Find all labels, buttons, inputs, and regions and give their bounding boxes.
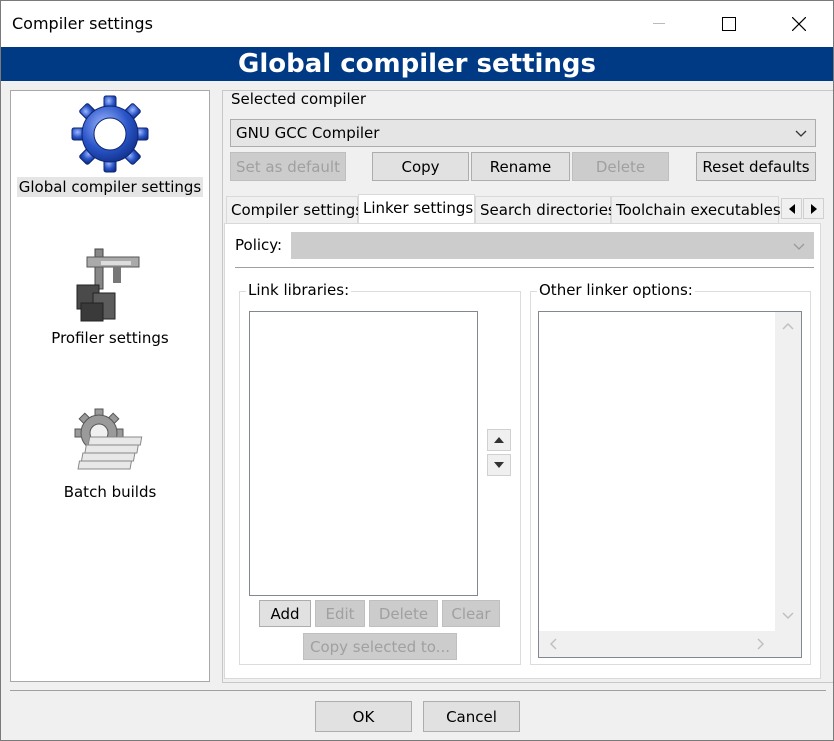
edit-library-button[interactable]: Edit (315, 600, 365, 627)
vertical-scrollbar[interactable] (775, 312, 801, 632)
nav-item-global-compiler[interactable]: Global compiler settings (11, 91, 209, 201)
linker-settings-panel: Policy: Link libraries: Add Edit Delete … (224, 223, 821, 679)
nav-item-profiler[interactable]: Profiler settings (11, 241, 209, 351)
nav-item-batch-builds[interactable]: Batch builds (11, 401, 209, 511)
scroll-right-icon (757, 638, 765, 650)
delete-compiler-button[interactable]: Delete (572, 152, 669, 181)
policy-separator (235, 267, 814, 268)
scroll-left-icon (549, 638, 557, 650)
tab-linker-settings[interactable]: Linker settings (358, 194, 475, 224)
nav-label-batch-builds: Batch builds (63, 483, 157, 501)
scroll-down-icon (782, 612, 794, 620)
batch-builds-icon (74, 408, 143, 470)
copy-selected-to-button[interactable]: Copy selected to... (303, 633, 457, 660)
set-as-default-button[interactable]: Set as default (230, 152, 346, 181)
arrow-left-icon (788, 203, 795, 214)
maximize-button[interactable] (694, 1, 764, 47)
title-bar: Compiler settings (1, 1, 833, 47)
other-linker-options-textarea[interactable] (538, 311, 802, 658)
close-button[interactable] (764, 1, 834, 47)
scroll-up-icon (782, 322, 794, 330)
scroll-corner (775, 631, 801, 657)
horizontal-scrollbar[interactable] (539, 631, 775, 657)
tab-scroll-right-button[interactable] (803, 198, 824, 219)
cancel-button[interactable]: Cancel (423, 701, 520, 732)
link-libraries-label: Link libraries: (246, 281, 352, 299)
window-title: Compiler settings (12, 14, 153, 33)
tab-toolchain-executables[interactable]: Toolchain executables (611, 196, 781, 223)
tab-search-directories[interactable]: Search directories (475, 196, 616, 223)
chevron-down-icon (793, 243, 805, 250)
clear-libraries-button[interactable]: Clear (442, 600, 500, 627)
gear-icon (71, 95, 149, 173)
add-library-button[interactable]: Add (259, 600, 311, 627)
minimize-icon (653, 23, 665, 24)
minimize-button[interactable] (624, 1, 694, 47)
arrow-up-icon (494, 437, 504, 443)
arrow-right-icon (810, 203, 817, 214)
reset-defaults-button[interactable]: Reset defaults (696, 152, 816, 181)
policy-label: Policy: (235, 236, 283, 254)
other-linker-options-group: Other linker options: (530, 281, 811, 665)
policy-select[interactable] (291, 232, 814, 259)
maximize-icon (722, 17, 736, 31)
chevron-down-icon (795, 130, 807, 137)
selected-compiler-label: Selected compiler (231, 90, 367, 108)
delete-library-button[interactable]: Delete (369, 600, 438, 627)
compiler-settings-window: Compiler settings Global compiler settin… (0, 0, 834, 741)
link-libraries-group: Link libraries: Add Edit Delete Clear Co… (239, 281, 521, 665)
rename-compiler-button[interactable]: Rename (471, 152, 570, 181)
page-header: Global compiler settings (1, 47, 833, 81)
compiler-select[interactable]: GNU GCC Compiler (230, 119, 816, 147)
other-linker-options-label: Other linker options: (537, 281, 695, 299)
close-icon (792, 17, 806, 31)
move-down-button[interactable] (487, 454, 511, 476)
ok-button[interactable]: OK (315, 701, 412, 732)
nav-label-profiler: Profiler settings (51, 329, 169, 347)
copy-compiler-button[interactable]: Copy (372, 152, 469, 181)
compiler-select-value: GNU GCC Compiler (236, 124, 380, 142)
link-libraries-list[interactable] (249, 311, 478, 596)
arrow-down-icon (494, 462, 504, 468)
move-up-button[interactable] (487, 429, 511, 451)
nav-label-global-compiler: Global compiler settings (16, 177, 204, 197)
tab-scroll-left-button[interactable] (781, 198, 802, 219)
settings-nav: Global compiler settings Profiler settin… (10, 90, 210, 682)
tab-compiler-settings[interactable]: Compiler settings (226, 196, 363, 223)
profiler-icon (76, 248, 140, 322)
footer-separator (10, 690, 826, 691)
